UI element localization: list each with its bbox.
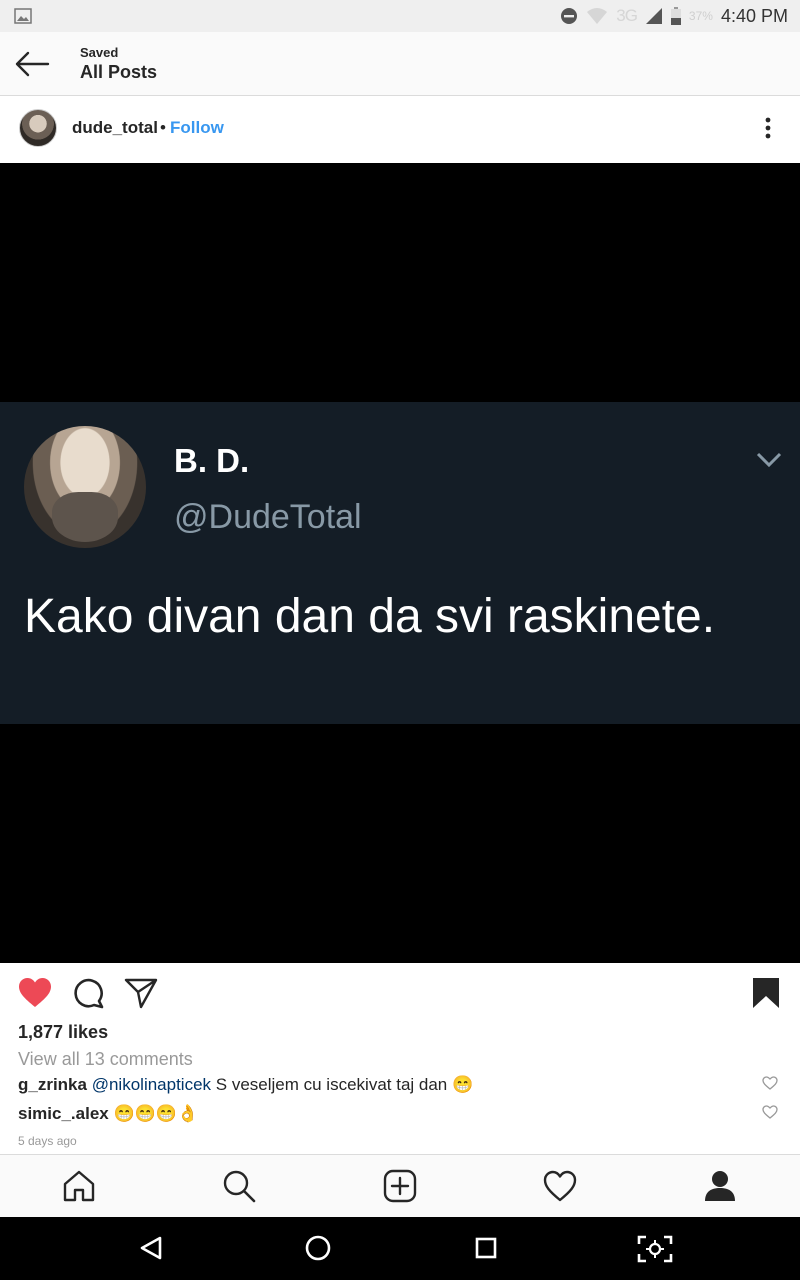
heart-filled-icon[interactable] — [18, 977, 52, 1009]
chevron-down-icon — [756, 452, 782, 468]
signal-icon — [645, 8, 662, 24]
tweet-handle: @DudeTotal — [174, 498, 362, 536]
comment-like-heart-icon[interactable] — [762, 1076, 778, 1090]
system-nav-bar — [0, 1217, 800, 1280]
arrow-left-icon[interactable] — [14, 50, 50, 78]
separator-dot: • — [160, 118, 166, 137]
comment-text: S veseljem cu iscekivat taj dan 😁 — [211, 1075, 474, 1094]
more-vertical-icon[interactable] — [758, 115, 778, 141]
post-image[interactable]: B. D. @DudeTotal Kako divan dan da svi r… — [0, 163, 800, 963]
status-bar: 3G 37% 4:40 PM — [0, 0, 800, 32]
profile-icon[interactable] — [703, 1169, 737, 1203]
post-timestamp: 5 days ago — [18, 1134, 77, 1148]
avatar[interactable] — [19, 109, 57, 147]
follow-button[interactable]: Follow — [170, 118, 224, 138]
header-subtitle: Saved — [80, 45, 119, 60]
comment-item: g_zrinka @nikolinapticek S veseljem cu i… — [18, 1075, 778, 1095]
bookmark-filled-icon[interactable] — [752, 977, 780, 1009]
tweet-text: Kako divan dan da svi raskinete. — [24, 590, 716, 643]
view-all-comments-link[interactable]: View all 13 comments — [18, 1049, 778, 1070]
comment-like-heart-icon[interactable] — [762, 1105, 778, 1119]
add-post-icon[interactable] — [383, 1169, 417, 1203]
screenshot-capture-icon[interactable] — [637, 1235, 673, 1263]
bottom-tab-bar — [0, 1154, 800, 1217]
comment-username[interactable]: g_zrinka — [18, 1075, 87, 1094]
activity-heart-icon[interactable] — [543, 1169, 577, 1203]
nav-recents-icon[interactable] — [474, 1235, 498, 1261]
page-title: All Posts — [80, 62, 158, 82]
nav-back-icon[interactable] — [138, 1235, 164, 1261]
app-header: Saved All Posts — [0, 32, 800, 96]
battery-percent: 37% — [688, 9, 713, 23]
do-not-disturb-icon — [561, 8, 578, 24]
tweet-avatar — [24, 426, 146, 548]
battery-icon — [670, 7, 681, 25]
network-type: 3G — [616, 6, 638, 25]
comment-username[interactable]: simic_.alex — [18, 1104, 109, 1123]
comment-bubble-icon[interactable] — [72, 977, 104, 1009]
send-icon[interactable] — [124, 977, 158, 1009]
search-icon[interactable] — [222, 1169, 256, 1203]
status-time: 4:40 PM — [720, 5, 788, 26]
comment-mention[interactable]: @nikolinapticek — [92, 1075, 211, 1094]
tweet-name: B. D. — [174, 442, 250, 479]
wifi-icon — [587, 8, 608, 24]
tweet-screenshot: B. D. @DudeTotal Kako divan dan da svi r… — [0, 402, 800, 724]
home-icon[interactable] — [62, 1169, 96, 1203]
likes-count[interactable]: 1,877 likes — [18, 1022, 778, 1043]
post-username[interactable]: dude_total — [72, 118, 158, 138]
comment-item: simic_.alex 😁😁😁👌 — [18, 1104, 778, 1124]
post-actions — [0, 963, 800, 1023]
nav-home-icon[interactable] — [305, 1235, 331, 1261]
post-header: dude_total • Follow — [0, 97, 800, 163]
image-notification-icon — [14, 8, 32, 24]
comment-text: 😁😁😁👌 — [113, 1104, 199, 1123]
